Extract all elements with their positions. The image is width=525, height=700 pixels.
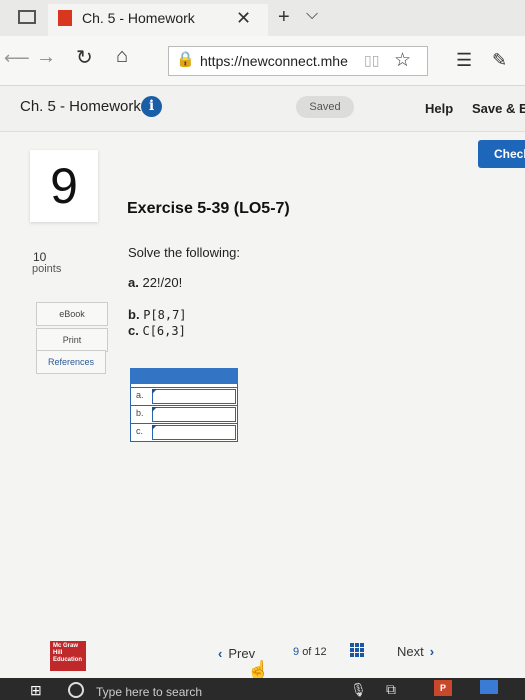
answer-row-c: c. (130, 423, 238, 441)
home-icon[interactable]: ⌂ (116, 45, 128, 68)
answer-table-header (130, 368, 238, 384)
answer-row-label: a. (136, 390, 144, 400)
page-current: 9 (293, 646, 300, 658)
assignment-title: Ch. 5 - Homework (20, 98, 141, 115)
answer-row-label: b. (136, 408, 144, 418)
question-number: 9 (30, 150, 98, 222)
refresh-icon[interactable]: ↻ (76, 45, 93, 70)
tab-actions-icon[interactable] (18, 10, 36, 24)
next-label: Next (397, 644, 424, 659)
part-c: c. C[6,3] (128, 323, 186, 338)
instruction-text: Solve the following: (128, 245, 241, 260)
task-view-icon[interactable]: ⧉ (386, 681, 396, 698)
reading-view-icon[interactable]: ▯▯ (364, 52, 379, 69)
question-grid-icon[interactable] (350, 643, 364, 657)
part-a: a. 22!/20! (128, 275, 182, 290)
points-label: points (32, 263, 62, 275)
input-flag-icon (152, 407, 157, 412)
prev-label: Prev (228, 646, 256, 661)
back-icon[interactable]: ⟵ (4, 48, 30, 69)
taskbar-search-input[interactable]: Type here to search (96, 685, 202, 699)
chevron-left-icon: ‹ (218, 646, 223, 661)
check-my-work-button[interactable]: Check (478, 140, 525, 168)
chevron-right-icon: › (429, 644, 435, 659)
windows-start-icon[interactable]: ⊞ (30, 682, 42, 699)
favorite-star-icon[interactable]: ☆ (394, 49, 411, 72)
favorites-hub-icon[interactable]: ☰ (456, 50, 472, 71)
microphone-icon[interactable]: 🎙 (350, 682, 367, 698)
cortana-icon[interactable] (68, 682, 84, 698)
answer-input-a[interactable] (152, 389, 236, 404)
save-exit-button[interactable]: Save & Ex (472, 101, 525, 116)
part-b-expr: P[8,7] (143, 308, 187, 322)
tab-title[interactable]: Ch. 5 - Homework (82, 10, 195, 26)
answer-input-c[interactable] (152, 425, 236, 440)
input-flag-icon (152, 389, 157, 394)
print-button[interactable]: Print (36, 328, 108, 352)
help-link[interactable]: Help (425, 101, 453, 116)
part-a-expr: 22!/20! (142, 275, 183, 290)
next-button[interactable]: Next › (397, 644, 434, 659)
web-note-icon[interactable]: ✎ (492, 50, 507, 71)
part-c-label: c. (128, 323, 139, 338)
input-flag-icon (152, 425, 157, 430)
page-indicator: 9 of 12 (293, 646, 327, 658)
new-tab-icon[interactable]: + (278, 6, 290, 29)
forward-icon[interactable]: → (36, 46, 56, 69)
favicon-icon (58, 10, 72, 26)
part-a-label: a. (128, 275, 139, 290)
answer-row-label: c. (136, 426, 144, 436)
ebook-button[interactable]: eBook (36, 302, 108, 326)
answer-row-b: b. (130, 405, 238, 423)
points-value: 10 (33, 250, 47, 264)
tab-close-icon[interactable]: ✕ (236, 8, 251, 29)
references-button[interactable]: References (36, 350, 106, 374)
url-text[interactable]: https://newconnect.mhe (200, 53, 348, 69)
page-total: of 12 (302, 646, 327, 658)
part-c-expr: C[6,3] (142, 324, 186, 338)
part-b: b. P[8,7] (128, 307, 187, 322)
tab-dropdown-icon[interactable]: ⌵ (306, 6, 318, 24)
saved-status-badge: Saved (296, 96, 354, 118)
answer-input-b[interactable] (152, 407, 236, 422)
prev-button[interactable]: ‹ Prev (218, 646, 255, 661)
mcgraw-hill-logo: Mc Graw Hill Education (50, 641, 86, 671)
lock-icon: 🔒 (176, 51, 195, 68)
powerpoint-icon[interactable]: P (434, 680, 452, 696)
photos-icon[interactable] (480, 680, 498, 694)
answer-row-a: a. (130, 387, 238, 405)
info-icon[interactable]: i (141, 96, 162, 117)
part-b-label: b. (128, 307, 140, 322)
exercise-title: Exercise 5-39 (LO5-7) (127, 200, 290, 217)
